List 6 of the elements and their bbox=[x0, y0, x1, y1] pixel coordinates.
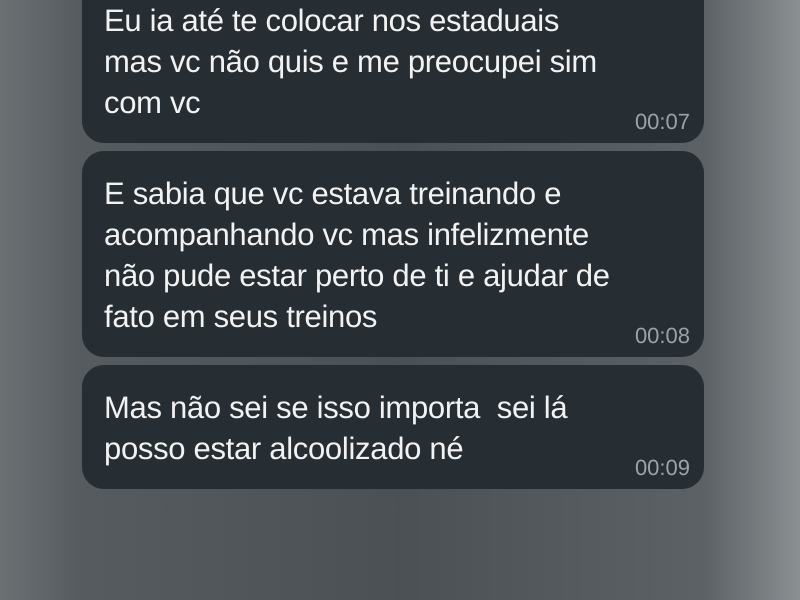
message-time: 00:08 bbox=[634, 323, 690, 349]
message-time: 00:09 bbox=[634, 455, 690, 481]
message-time: 00:07 bbox=[634, 109, 690, 135]
message-text: Mas não sei se isso importa sei lá posso estar alcoolizado né bbox=[104, 389, 568, 468]
message-text: E sabia que vc estava treinando e acompanhando vc mas infelizmente não pude estar perto de ti e ajudar de fato em seus treinos bbox=[104, 175, 610, 336]
message-text: Eu ia até te colocar nos estaduais mas vc não quis e me preocupei sim com vc bbox=[104, 2, 597, 122]
